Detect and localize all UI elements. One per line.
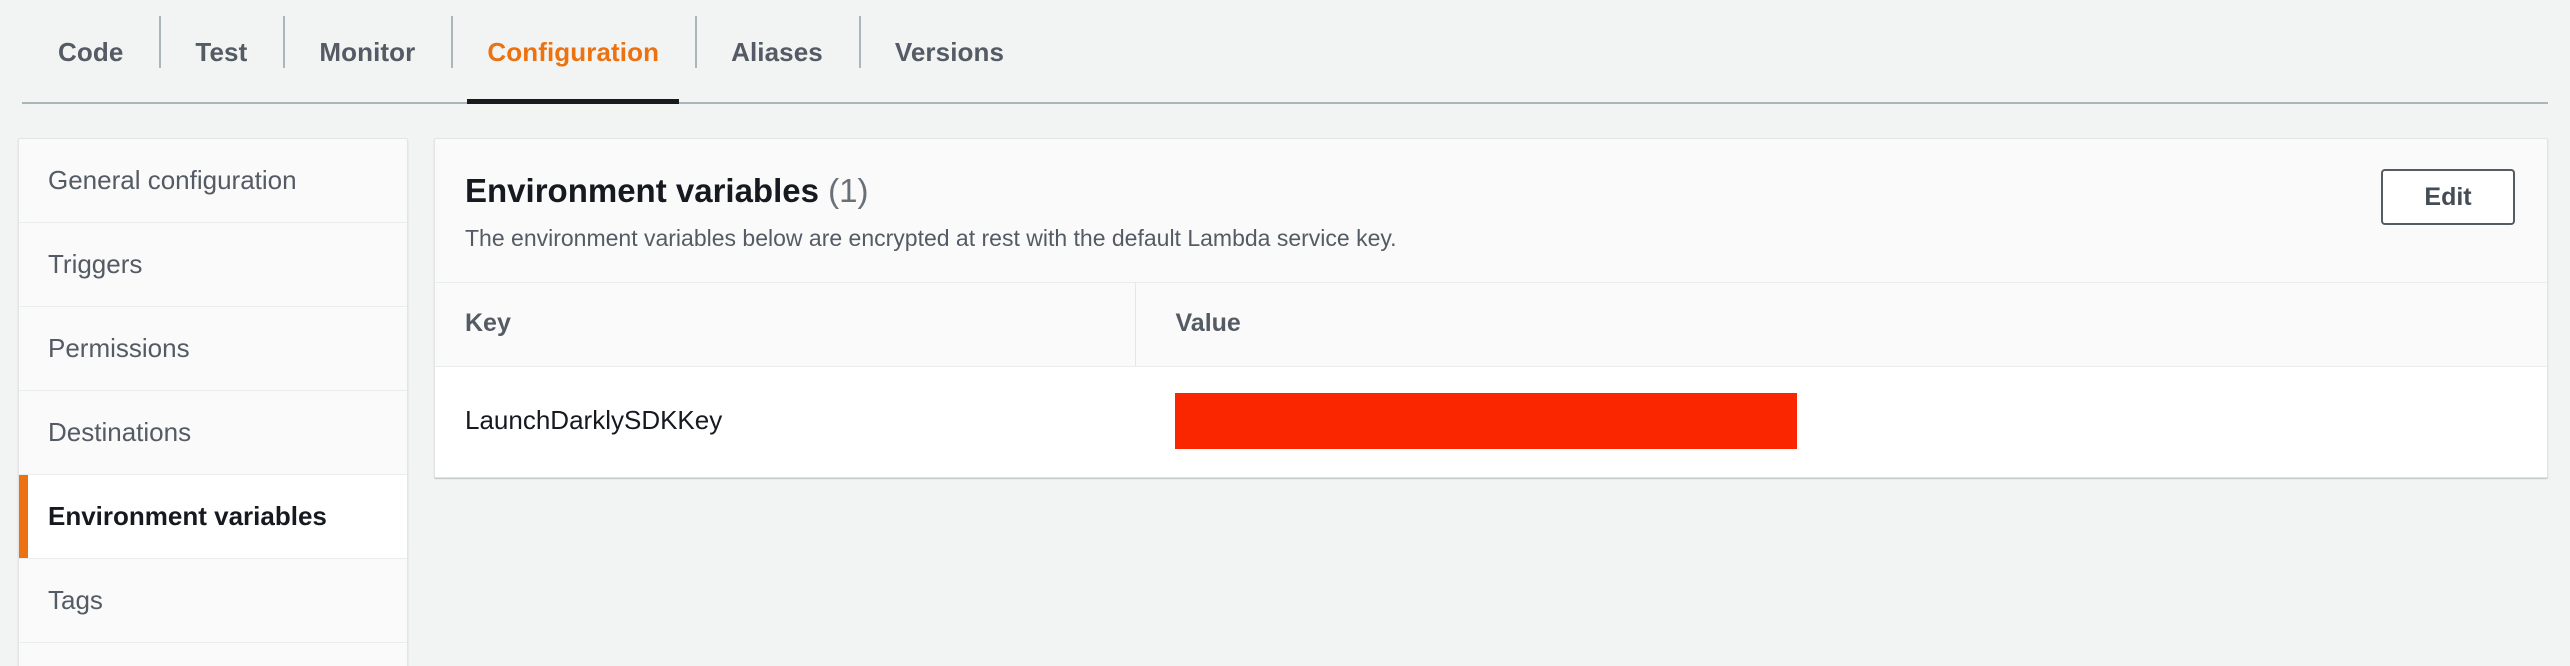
cell-key: LaunchDarklySDKKey (465, 405, 723, 436)
table-header-row: Key Value (435, 281, 2547, 367)
sidebar-item-tags[interactable]: Tags (19, 559, 407, 643)
sidebar-item-overflow[interactable] (19, 643, 407, 666)
page-title-text: Environment variables (465, 172, 819, 209)
sidebar-item-label: Destinations (48, 417, 192, 447)
sidebar-item-general-configuration[interactable]: General configuration (19, 139, 407, 223)
table-row: LaunchDarklySDKKey (435, 366, 2547, 477)
edit-button[interactable]: Edit (2381, 169, 2515, 225)
panel-description: The environment variables below are encr… (465, 224, 1397, 251)
sidebar-item-destinations[interactable]: Destinations (19, 391, 407, 475)
panel-header: Environment variables (1) The environmen… (435, 139, 2547, 282)
sidebar-item-environment-variables[interactable]: Environment variables (19, 475, 407, 559)
page-title: Environment variables (1) (465, 171, 2517, 211)
tab-test[interactable]: Test (159, 0, 283, 104)
tab-configuration[interactable]: Configuration (451, 0, 695, 104)
tab-code-label: Code (58, 36, 124, 67)
tab-monitor[interactable]: Monitor (283, 0, 451, 104)
tab-configuration-label: Configuration (487, 36, 660, 67)
tab-test-label: Test (195, 36, 248, 67)
sidebar-item-label: General configuration (48, 165, 297, 195)
sidebar-item-permissions[interactable]: Permissions (19, 307, 407, 391)
environment-variables-panel: Environment variables (1) The environmen… (434, 138, 2548, 478)
content-layout: General configuration Triggers Permissio… (0, 104, 2570, 666)
environment-variables-table: Key Value LaunchDarklySDKKey (435, 281, 2547, 477)
column-header-value: Value (1134, 281, 2547, 367)
column-header-key: Key (435, 281, 1135, 367)
tab-monitor-label: Monitor (319, 36, 416, 67)
tab-bar: Code Test Monitor Configuration Aliases … (0, 0, 2570, 104)
table-header: Key Value (435, 281, 2547, 367)
tab-versions-label: Versions (894, 36, 1005, 67)
table-body: LaunchDarklySDKKey (435, 366, 2547, 477)
tab-aliases[interactable]: Aliases (695, 0, 859, 104)
tab-aliases-label: Aliases (731, 36, 823, 67)
page-title-count: (1) (828, 172, 869, 209)
sidebar-item-label: Permissions (48, 333, 190, 363)
sidebar-item-triggers[interactable]: Triggers (19, 223, 407, 307)
sidebar-item-label: Tags (48, 585, 103, 615)
tab-code[interactable]: Code (22, 0, 159, 104)
sidebar-item-label: Environment variables (48, 501, 327, 531)
sidebar-item-label: Triggers (48, 249, 143, 279)
configuration-sidebar: General configuration Triggers Permissio… (18, 138, 408, 666)
tab-versions[interactable]: Versions (858, 0, 1040, 104)
redacted-value-box (1175, 392, 1797, 449)
cell-value (1135, 366, 2547, 477)
